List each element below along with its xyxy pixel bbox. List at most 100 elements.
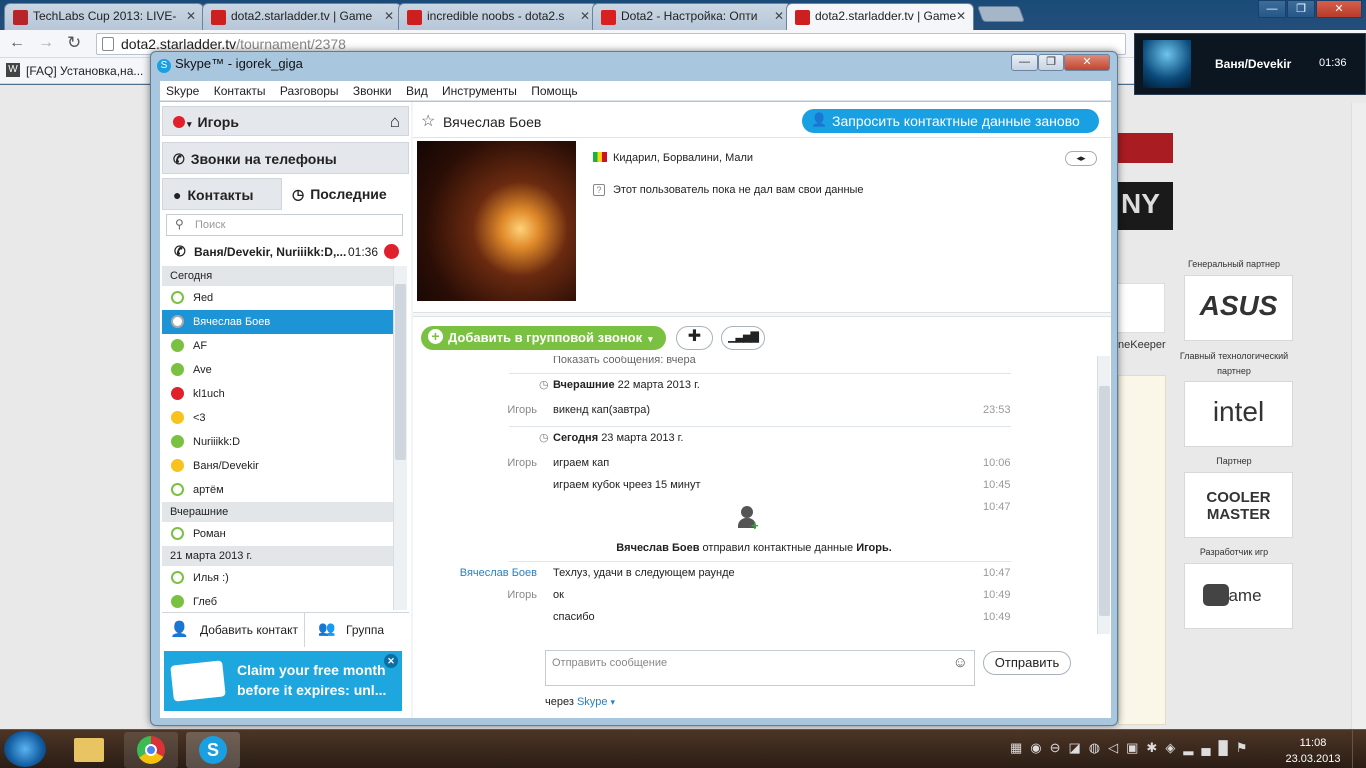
add-contact-button[interactable]: 👤 Добавить контакт [162, 613, 305, 647]
system-clock[interactable]: 11:08 23.03.2013 [1278, 735, 1348, 767]
menu-view[interactable]: Вид [406, 84, 428, 98]
browser-tab-active[interactable]: dota2.starladder.tv | Game ✕ [786, 3, 974, 30]
list-item[interactable]: Nuriiikk:D [162, 430, 393, 454]
minimize-button[interactable]: — [1258, 0, 1286, 18]
list-item[interactable]: Илья :) [162, 566, 393, 590]
contact-name: Глеб [193, 596, 218, 608]
list-item[interactable]: Глеб [162, 590, 393, 610]
message-time: 10:45 [983, 479, 1011, 491]
skype-taskbar-icon[interactable]: S [186, 732, 240, 768]
pane-splitter[interactable] [413, 312, 1111, 317]
close-button[interactable]: ✕ [1316, 0, 1362, 18]
page-banner[interactable]: NY [1115, 182, 1173, 230]
bookmark-item[interactable]: [FAQ] Установка,на... [26, 64, 143, 78]
profile-pager[interactable]: ◂▸ [1065, 151, 1097, 166]
menu-contacts[interactable]: Контакты [214, 84, 266, 98]
language-flags[interactable] [1115, 133, 1173, 163]
hang-up-icon[interactable] [384, 244, 399, 259]
add-to-group-call-button[interactable]: + Добавить в групповой звонок ▾ [421, 326, 666, 350]
tab-recent[interactable]: ◷ Последние [282, 178, 409, 210]
group-header-label: Сегодня [170, 270, 213, 282]
active-call-row[interactable]: ✆ Ваня/Devekir, Nuriiikk:D,... 01:36 [162, 240, 409, 264]
my-profile[interactable]: ▾ Игорь ⌂ [162, 106, 409, 136]
call-quality-button[interactable]: ▁▃▅▇ [721, 326, 765, 350]
close-icon[interactable]: ✕ [384, 654, 398, 668]
list-item[interactable]: kl1uch [162, 382, 393, 406]
list-item[interactable]: Ave [162, 358, 393, 382]
scrollbar-thumb[interactable] [1099, 386, 1110, 616]
forward-icon[interactable]: → [38, 34, 54, 52]
url-host: dota2.starladder.tv [121, 36, 237, 52]
reload-icon[interactable]: ↻ [67, 33, 81, 53]
explorer-taskbar-icon[interactable] [62, 732, 116, 768]
close-tab-icon[interactable]: ✕ [384, 9, 394, 23]
search-input[interactable]: ⚲ Поиск [166, 214, 403, 236]
show-desktop-button[interactable] [1352, 730, 1366, 768]
back-icon[interactable]: ← [9, 34, 25, 52]
status-dnd-icon[interactable] [173, 116, 185, 128]
tab-contacts[interactable]: ● Контакты [162, 178, 282, 210]
asus-logo[interactable]: ASUS [1184, 275, 1293, 341]
list-item[interactable]: Яed [162, 286, 393, 310]
maximize-button[interactable]: ❐ [1287, 0, 1315, 18]
minimize-button[interactable]: — [1011, 54, 1038, 71]
chevron-down-icon[interactable]: ▾ [611, 697, 616, 707]
list-item[interactable]: AF [162, 334, 393, 358]
search-icon: ⚲ [175, 217, 184, 231]
browser-tab[interactable]: dota2.starladder.tv | Game ✕ [202, 3, 402, 30]
browser-tab[interactable]: incredible noobs - dota2.s ✕ [398, 3, 598, 30]
menu-calls[interactable]: Звонки [353, 84, 392, 98]
via-skype-link[interactable]: Skype [577, 696, 608, 708]
contact-name: Вячеслав Боев [193, 316, 271, 328]
skype-call-notification[interactable]: Ваня/Devekir 01:36 [1134, 33, 1366, 95]
request-contact-details-button[interactable]: 👤 Запросить контактные данные заново [802, 109, 1099, 133]
new-tab-button[interactable] [977, 6, 1025, 22]
favorite-star-icon[interactable]: ☆ [421, 111, 435, 131]
close-tab-icon[interactable]: ✕ [956, 9, 966, 23]
close-tab-icon[interactable]: ✕ [580, 9, 590, 23]
coolermaster-logo[interactable]: COOLER MASTER [1184, 472, 1293, 538]
contact-card-icon[interactable]: + [738, 506, 760, 533]
chrome-taskbar-icon[interactable] [124, 732, 178, 768]
system-tray-icons[interactable]: ▦◉⊖◪◍◁▣✱◈▂▄█⚑ [1010, 740, 1270, 760]
home-icon[interactable]: ⌂ [390, 112, 400, 132]
message-input[interactable]: Отправить сообщение ☺ [545, 650, 975, 686]
scrollbar-thumb[interactable] [395, 284, 406, 460]
start-button[interactable] [4, 731, 46, 767]
add-group-call-label: Добавить в групповой звонок [448, 330, 643, 345]
maximize-button[interactable]: ❐ [1038, 54, 1064, 71]
list-item[interactable]: Роман [162, 522, 393, 546]
menu-tools[interactable]: Инструменты [442, 84, 517, 98]
menu-help[interactable]: Помощь [531, 84, 577, 98]
intel-logo[interactable]: intel [1184, 381, 1293, 447]
browser-tab[interactable]: TechLabs Cup 2013: LIVE- ✕ [4, 3, 204, 30]
browser-tab[interactable]: Dota2 - Настройка: Опти ✕ [592, 3, 792, 30]
game-logo[interactable]: game [1184, 563, 1293, 629]
list-scrollbar[interactable] [393, 266, 407, 610]
list-item[interactable]: Вячеслав Боев [162, 310, 393, 334]
add-button[interactable]: ✚ [676, 326, 713, 350]
promo-banner[interactable]: Claim your free month before it expires:… [164, 651, 402, 711]
close-tab-icon[interactable]: ✕ [186, 9, 196, 23]
message-text: спасибо [553, 611, 595, 623]
close-tab-icon[interactable]: ✕ [774, 9, 784, 23]
emoticon-icon[interactable]: ☺ [953, 654, 968, 671]
group-button[interactable]: 👥 Группа [306, 613, 409, 647]
send-button[interactable]: Отправить [983, 651, 1071, 675]
call-phones-button[interactable]: ✆ Звонки на телефоны [162, 142, 409, 174]
contact-name: kl1uch [193, 388, 225, 400]
message-author[interactable]: Вячеслав Боев [460, 567, 537, 579]
skype-body: ▾ Игорь ⌂ ✆ Звонки на телефоны ● Контакты ◷… [160, 102, 1111, 718]
menu-conversations[interactable]: Разговоры [280, 84, 339, 98]
list-item[interactable]: Ваня/Devekir [162, 454, 393, 478]
day-date: 23 марта 2013 г. [601, 432, 684, 444]
contact-name: Nuriiikk:D [193, 436, 241, 448]
list-item[interactable]: артём [162, 478, 393, 502]
close-button[interactable]: ✕ [1064, 54, 1110, 71]
chevron-down-icon[interactable]: ▾ [187, 119, 192, 129]
chat-scrollbar[interactable] [1097, 356, 1110, 634]
show-messages-link[interactable]: Показать сообщения: вчера [413, 356, 1095, 370]
page-scrollbar[interactable] [1351, 103, 1366, 729]
list-item[interactable]: <3 [162, 406, 393, 430]
menu-skype[interactable]: Skype [166, 84, 199, 98]
